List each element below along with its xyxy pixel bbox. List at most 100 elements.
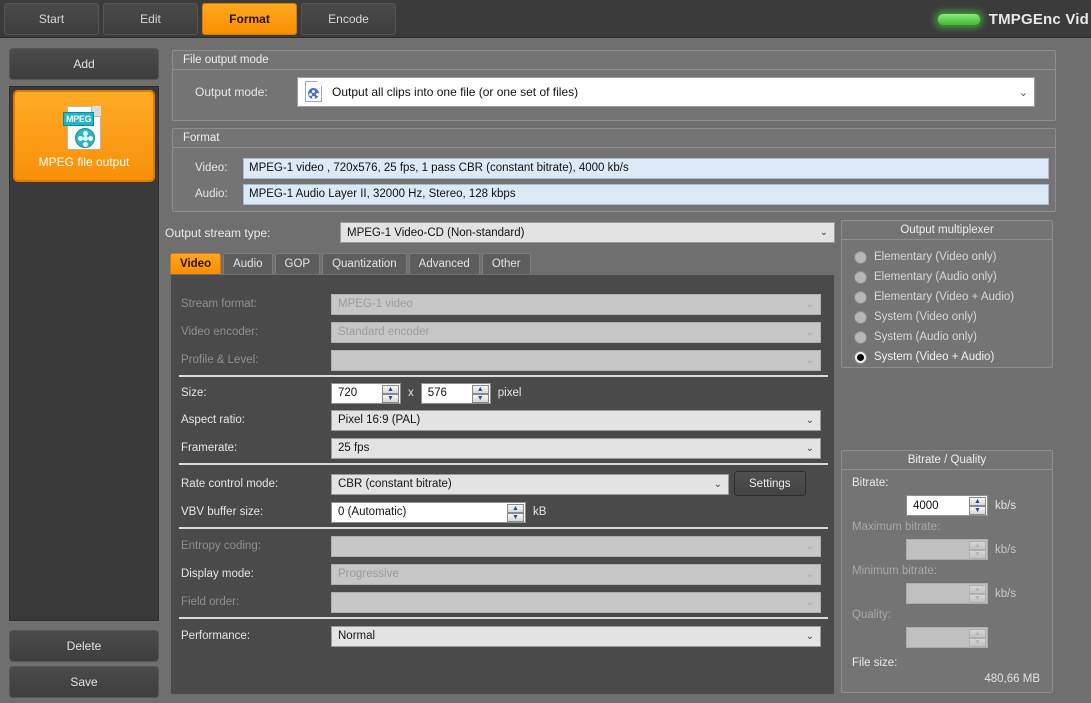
add-button[interactable]: Add [9,48,159,80]
size-height-stepper[interactable]: ▲▼ [420,382,491,404]
radio-icon[interactable] [854,250,867,264]
aspect-ratio-combobox[interactable]: Pixel 16:9 (PAL) ⌄ [331,409,821,431]
size-height-arrows[interactable]: ▲ ▼ [471,384,489,403]
title-bar-right: TMPGEnc Vid [936,0,1091,38]
entropy-coding-row: Entropy coding: ⌄ [181,535,821,557]
spin-up-icon: ▲ [969,541,986,550]
output-stream-type-combobox[interactable]: MPEG-1 Video-CD (Non-standard) ⌄ [340,222,835,243]
nav-tab-encode[interactable]: Encode [301,3,396,35]
radio-icon[interactable] [854,350,867,364]
output-stream-type-value: MPEG-1 Video-CD (Non-standard) [347,226,525,239]
bitrate-stepper[interactable]: ▲▼ [906,495,988,516]
delete-button[interactable]: Delete [9,630,159,662]
rate-control-mode-combobox[interactable]: CBR (constant bitrate) ⌄ [331,473,729,495]
chevron-down-icon: ⌄ [805,414,814,426]
title-bar: Start Edit Format Encode TMPGEnc Vid [0,0,1091,38]
file-size-value: 480,66 MB [984,673,1040,685]
spin-up-icon[interactable]: ▲ [382,384,399,394]
bitrate-field: ▲▼ kb/s [906,495,1016,516]
output-mode-value: Output all clips into one file (or one s… [332,85,579,99]
radio-elementary-video-audio[interactable]: Elementary (Video + Audio) [854,287,1014,307]
chevron-down-icon: ⌄ [805,540,814,552]
spin-down-icon[interactable]: ▼ [969,506,986,515]
nav-tab-start[interactable]: Start [4,3,99,35]
radio-icon[interactable] [854,270,867,284]
spin-down-icon[interactable]: ▼ [507,512,524,522]
video-encoder-combobox: Standard encoder ⌄ [331,321,821,343]
video-encoder-value: Standard encoder [338,326,430,338]
chevron-down-icon: ⌄ [805,298,814,310]
tab-video-label: Video [180,258,212,270]
spin-down-icon[interactable]: ▼ [471,393,489,403]
file-size-label: File size: [852,657,898,669]
chevron-down-icon: ⌄ [805,326,814,338]
nav-tab-edit[interactable]: Edit [103,3,198,35]
size-label: Size: [181,387,207,399]
tab-advanced[interactable]: Advanced [408,253,480,274]
output-mode-combobox[interactable]: Output all clips into one file (or one s… [297,77,1035,107]
field-order-label: Field order: [181,596,240,608]
format-caption: Format [173,129,1055,148]
save-button[interactable]: Save [9,666,159,698]
application-window: Start Edit Format Encode TMPGEnc Vid Add… [0,0,1091,703]
nav-tab-format[interactable]: Format [202,3,297,35]
radio-icon[interactable] [854,310,867,324]
nav-tab-edit-label: Edit [140,12,161,26]
radio-icon[interactable] [854,330,867,344]
spin-down-icon: ▼ [969,594,986,603]
performance-combobox[interactable]: Normal ⌄ [331,625,821,647]
vbv-buffer-input[interactable] [331,501,526,523]
spin-up-icon: ▲ [969,585,986,594]
main-navigation-tabs: Start Edit Format Encode [4,3,396,35]
output-file-icon [304,81,324,103]
framerate-row: Framerate: 25 fps ⌄ [181,437,821,459]
tab-audio[interactable]: Audio [223,253,273,274]
minimum-bitrate-field: ▲ ▼ kb/s [906,583,1016,604]
list-item-mpeg-file-output[interactable]: MPEG MPEG file output [13,90,155,182]
radio-system-audio-only[interactable]: System (Audio only) [854,327,977,347]
tab-video[interactable]: Video [170,253,222,274]
nav-tab-encode-label: Encode [328,12,369,26]
video-settings-panel: Stream format: MPEG-1 video ⌄ Video enco… [170,274,835,695]
bitrate-arrows[interactable]: ▲ ▼ [969,497,986,515]
quality-arrows: ▲ ▼ [969,629,986,647]
radio-system-video-audio[interactable]: System (Video + Audio) [854,347,994,367]
size-row: Size: ▲▼ x ▲▼ pixel [181,382,521,404]
performance-label: Performance: [181,630,251,642]
radio-icon[interactable] [854,290,867,304]
tab-other[interactable]: Other [481,253,531,274]
spin-up-icon[interactable]: ▲ [969,497,986,506]
bitrate-quality-group: Bitrate / Quality Bitrate: ▲▼ kb/s Maxim… [841,450,1053,693]
divider [179,375,828,377]
chevron-down-icon: ⌄ [805,442,814,454]
maximum-bitrate-arrows: ▲ ▼ [969,541,986,559]
spin-up-icon[interactable]: ▲ [507,503,524,513]
radio-elementary-video-only[interactable]: Elementary (Video only) [854,247,997,267]
output-item-list[interactable]: MPEG MPEG file output [9,86,159,621]
size-x-separator: x [408,387,414,399]
display-mode-label: Display mode: [181,568,254,580]
size-width-stepper[interactable]: ▲▼ [331,382,401,404]
radio-system-video-only[interactable]: System (Video only) [854,307,977,327]
output-mode-row: Output mode: Output all clips into one f… [173,77,1055,111]
framerate-combobox[interactable]: 25 fps ⌄ [331,437,821,459]
vbv-buffer-arrows[interactable]: ▲ ▼ [507,503,524,522]
spin-down-icon[interactable]: ▼ [382,393,399,403]
mpeg-file-icon: MPEG [63,104,105,152]
format-video-value[interactable]: MPEG-1 video , 720x576, 25 fps, 1 pass C… [243,157,1049,179]
vbv-buffer-stepper[interactable]: ▲▼ [331,501,526,523]
radio-label: System (Video only) [874,311,977,323]
file-output-mode-group: File output mode Output mode: Output all… [172,50,1056,121]
tab-gop[interactable]: GOP [274,253,321,274]
tab-quantization[interactable]: Quantization [322,253,407,274]
rate-control-settings-button[interactable]: Settings [734,471,806,496]
radio-elementary-audio-only[interactable]: Elementary (Audio only) [854,267,997,287]
quality-label: Quality: [852,609,891,621]
size-width-arrows[interactable]: ▲ ▼ [382,384,399,403]
bitrate-quality-caption: Bitrate / Quality [842,451,1052,470]
size-unit-label: pixel [497,387,522,399]
quality-stepper: ▲ ▼ [906,627,988,648]
format-audio-value[interactable]: MPEG-1 Audio Layer II, 32000 Hz, Stereo,… [243,183,1049,205]
spin-up-icon[interactable]: ▲ [471,384,489,394]
spin-up-icon: ▲ [969,629,986,638]
